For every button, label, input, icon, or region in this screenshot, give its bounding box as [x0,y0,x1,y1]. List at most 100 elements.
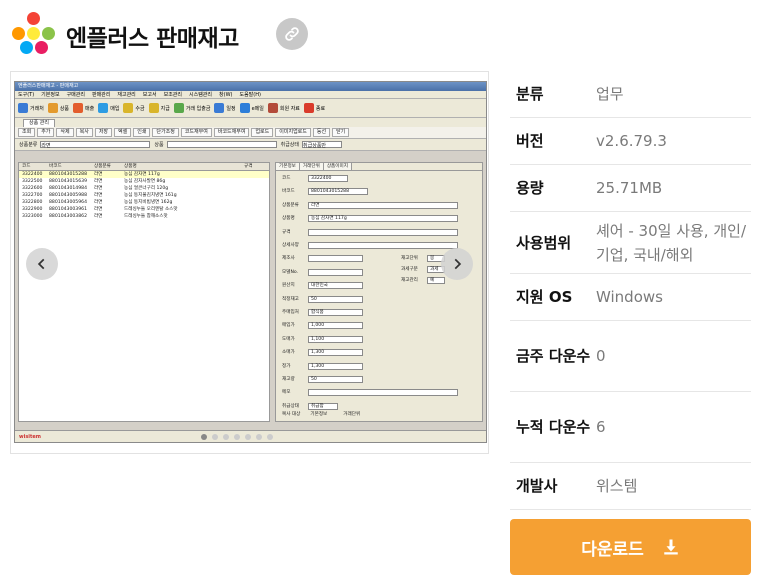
share-link-button[interactable] [276,18,308,50]
copy-option: 거래단위 [343,412,361,417]
subtoolbar-button: 닫기 [332,128,350,137]
form-field: 모델No. [282,268,363,277]
copy-option: 기본정보 [310,412,328,417]
grid-cell: 라면 [94,172,103,177]
form-field-label: 바코드 [282,189,295,195]
subtoolbar-button: 인쇄 [133,128,151,137]
form-field-value: 50 [308,295,363,303]
subtoolbar-button: 이미지업로드 [275,128,311,137]
form-field-value: 50 [308,376,363,383]
form-field-label: 적정재고 [282,296,299,302]
grid-cell: 3322800 [22,200,43,205]
pagination-dot[interactable] [256,434,262,440]
status-value: 취급상품만 [303,143,327,149]
product-grid: 코드 바코드 상품분류 상품명 규격 3322400 8801043015288 라면 농심 감… [18,162,270,422]
window-toolbar: 거래처 상품 매출 매입 수금 지급 거래 입출금 일정 e메일 회원 자료 종료 [15,99,486,118]
form-tab: 기본정보 [276,163,300,170]
form-field-label: 상세사양 [282,243,299,248]
product-label: 상품 [154,142,164,148]
toolbar-button: 회원 자료 [267,103,300,113]
form-field: 바코드 8801043015288 [282,188,368,196]
app-title: 엔플러스 판매재고 [66,26,239,52]
grid-cell: 3322400 [22,172,43,177]
form-field: 주매입처 합식품 [282,309,363,317]
menu-item: 보조관리 [163,92,182,98]
toolbar-icon [267,103,278,113]
toolbar-label: 상품 [59,105,70,112]
grid-cell: 라면 [94,186,103,191]
toolbar-button: 매출 [73,103,94,113]
product-form: 기본정보 거래단위 상품이미지 코드 3322400 바코드 8801043015288 상… [275,162,483,422]
download-label: 다운로드 [581,539,644,560]
form-field-label: 매입가 [282,323,295,329]
grid-cell: 라면 [94,193,103,198]
menu-item: 보고서 [142,92,157,98]
pagination-dot[interactable] [245,434,251,440]
subtoolbar-button: 엑셀 [114,128,132,137]
grid-header-cell: 상품분류 [94,164,111,169]
pagination-dot[interactable] [223,434,229,440]
form-field-value: 라면 [308,201,458,209]
form-field: 정가 1,300 [282,362,363,371]
gallery-pagination [201,434,278,440]
info-key: 분류 [516,85,544,103]
download-button[interactable]: 다운로드 [510,519,751,575]
form-field-value: 8801043015288 [308,188,368,196]
grid-cell: 농심 얼큰너구리 120g [124,186,169,191]
form-field-value [308,268,363,276]
subtoolbar-button: 바코드재부여 [213,128,250,137]
grid-header: 코드 바코드 상품분류 상품명 규격 [19,163,269,171]
info-value: 25.71MB [596,179,663,197]
info-row: 버전 v2.6.79.3 [510,118,751,165]
pagination-dot[interactable] [201,434,207,440]
toolbar-button: 거래 입출금 [173,103,210,113]
form-field-value: 3322400 [308,175,348,182]
link-icon [285,27,299,41]
form-field: 매입가 1,000 [282,322,363,330]
subtoolbar-button: 등선 [312,128,331,137]
next-screenshot-button[interactable] [441,248,473,280]
prev-screenshot-button[interactable] [26,248,58,280]
grid-cell: 8801043015288 [49,172,87,177]
chevron-left-icon [37,258,45,270]
grid-row: 3322700 8801043005988 라면 농심 둥지물김치냉면 161g [19,192,269,199]
form-field-label: 과세구분 [401,267,418,272]
form-field: 재고량 50 [282,376,363,384]
toolbar-icon [18,103,28,113]
form-field-value: 합식품 [308,309,363,316]
pagination-dot[interactable] [234,434,240,440]
toolbar-icon [98,103,109,113]
product-field [166,141,277,148]
form-field: 원산지 대한민국 [282,282,363,290]
grid-header-cell: 코드 [22,164,31,169]
form-field-label: 도매가 [282,336,295,342]
info-row: 분류 업무 [510,71,751,118]
category-link[interactable]: 업무 [596,82,751,106]
grid-cell: 8801043015639 [49,179,87,184]
grid-cell: 8801043003862 [49,214,87,219]
form-field-label: 상품분류 [282,202,299,208]
toolbar-label: 회원 자료 [279,105,300,112]
category-field: 라면 [40,141,151,149]
pagination-dot[interactable] [212,434,218,440]
toolbar-icon [148,103,159,113]
toolbar-label: 수금 [135,105,145,112]
subtoolbar-button: 추가 [37,128,55,137]
screenshot-gallery: 엔플러스판매재고 - 판매재고 도구(T) 기본정보 구매관리 판매관리 재고관리 보고서… [10,71,489,454]
form-field-label: 재고단위 [401,256,418,261]
window-search: 상품분류 라면 상품 취급상태 취급상품만 [15,139,486,151]
logo-dot [27,27,40,40]
grid-cell: 라면 [94,207,103,212]
grid-cell: 8801043005988 [49,193,87,198]
grid-cell: 8801043003961 [49,207,87,212]
form-field: 상품명 농심 감자면 117g [282,215,458,223]
info-key: 버전 [516,132,544,150]
menu-item: 판매관리 [91,92,111,98]
grid-row: 3322800 8801043005964 라면 농심 둥지비빔냉면 162g [19,199,269,206]
toolbar-label: e메일 [251,105,264,112]
form-field-label: 원산지 [282,283,295,289]
pagination-dot[interactable] [267,434,273,440]
subtoolbar-button: 복사 [75,128,93,137]
info-value: 셰어 - 30일 사용, 개인/기업, 국내/해외 [596,221,746,264]
logo-dot [27,12,40,25]
